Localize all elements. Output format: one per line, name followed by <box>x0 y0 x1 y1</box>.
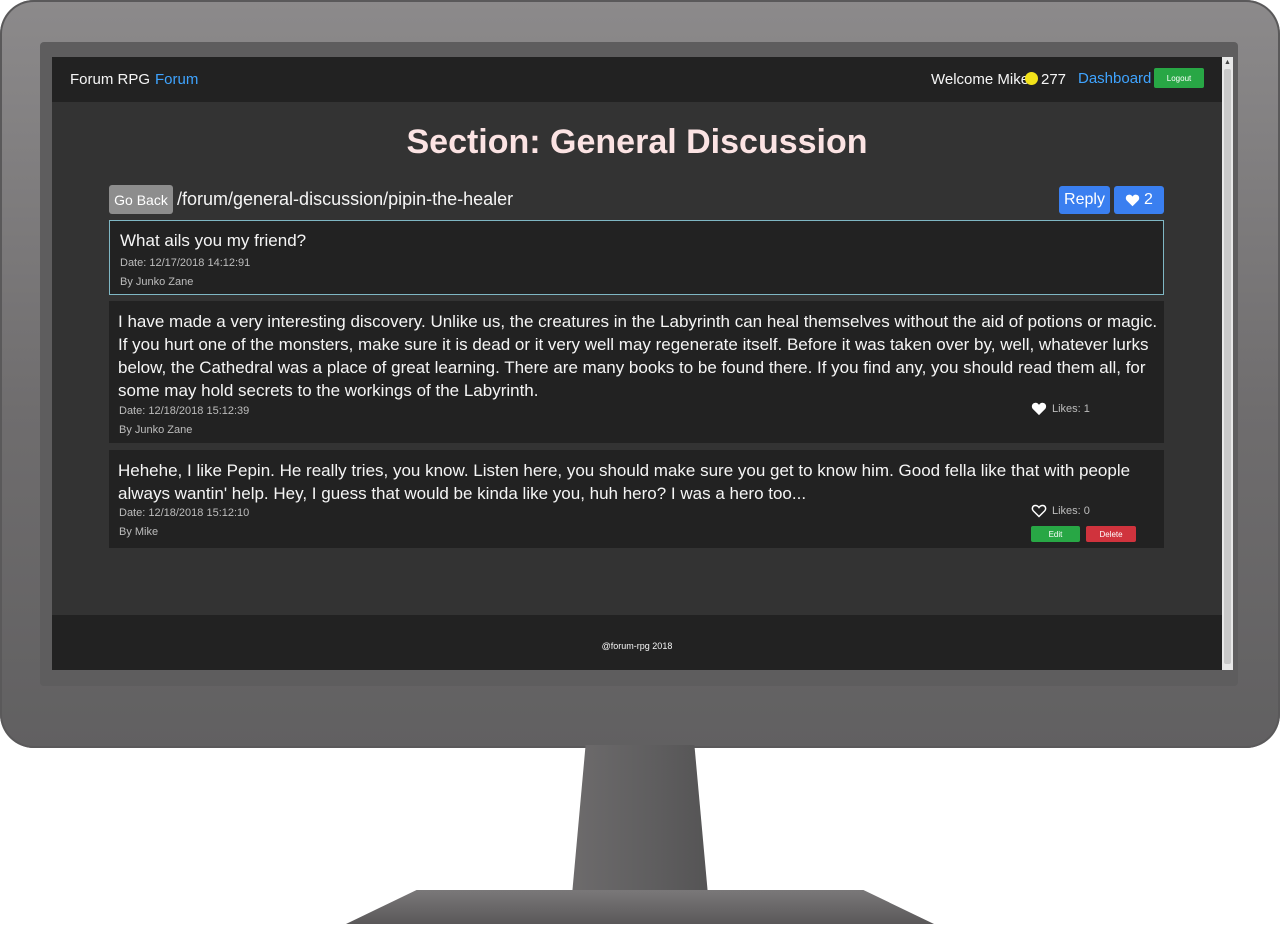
post-text: Hehehe, I like Pepin. He really tries, y… <box>118 461 1131 503</box>
post-author: By Mike <box>119 526 159 538</box>
likes-count: Likes: 0 <box>1052 504 1090 517</box>
scroll-up-arrow-icon[interactable]: ▲ <box>1224 59 1231 66</box>
coin-count: 277 <box>1041 71 1067 88</box>
topic-header-card: What ails you my friend? Date: 12/17/201… <box>109 220 1164 295</box>
nav-link-dashboard[interactable]: Dashboard <box>1078 70 1151 87</box>
edit-button[interactable]: Edit <box>1031 526 1080 542</box>
navbar: Forum RPG Forum Welcome Mike 277 Dashboa… <box>52 57 1222 102</box>
delete-button[interactable]: Delete <box>1086 526 1136 542</box>
welcome-text: Welcome Mike <box>931 71 1030 88</box>
post-date: Date: 12/18/2018 15:12:39 <box>119 405 250 417</box>
post-card: I have made a very interesting discovery… <box>109 301 1164 443</box>
browser-viewport: Forum RPG Forum Welcome Mike 277 Dashboa… <box>52 57 1222 670</box>
footer: @forum-rpg 2018 <box>52 615 1222 670</box>
like-topic-button[interactable]: 2 <box>1114 186 1164 214</box>
coin-icon <box>1025 72 1038 85</box>
post-card: Hehehe, I like Pepin. He really tries, y… <box>109 450 1164 548</box>
post-likes[interactable]: Likes: 1 <box>1031 401 1090 416</box>
scrollbar-thumb[interactable] <box>1224 69 1231 664</box>
post-author: By Junko Zane <box>119 424 193 436</box>
nav-link-forum[interactable]: Forum <box>155 71 198 88</box>
footer-text: @forum-rpg 2018 <box>601 641 673 651</box>
reply-button[interactable]: Reply <box>1059 186 1110 214</box>
likes-count: Likes: 1 <box>1052 402 1090 415</box>
topic-author: By Junko Zane <box>120 276 194 288</box>
heart-icon[interactable] <box>1031 401 1047 416</box>
scrollbar[interactable]: ▲ <box>1222 57 1233 670</box>
page-title: Section: General Discussion <box>406 123 868 161</box>
go-back-button[interactable]: Go Back <box>109 185 173 214</box>
heart-outline-icon[interactable] <box>1031 503 1047 518</box>
logout-button[interactable]: Logout <box>1154 68 1204 88</box>
topic-title: What ails you my friend? <box>120 231 307 250</box>
monitor-stand-neck <box>572 745 708 895</box>
topic-like-count: 2 <box>1144 191 1153 208</box>
post-text: I have made a very interesting discovery… <box>118 312 1158 400</box>
monitor-stand-base <box>346 890 934 924</box>
breadcrumb-path: /forum/general-discussion/pipin-the-heal… <box>177 189 514 209</box>
heart-icon <box>1125 194 1140 207</box>
post-likes[interactable]: Likes: 0 <box>1031 503 1090 518</box>
topic-date: Date: 12/17/2018 14:12:91 <box>120 257 251 269</box>
brand-logo[interactable]: Forum RPG <box>70 71 150 88</box>
post-date: Date: 12/18/2018 15:12:10 <box>119 507 250 519</box>
